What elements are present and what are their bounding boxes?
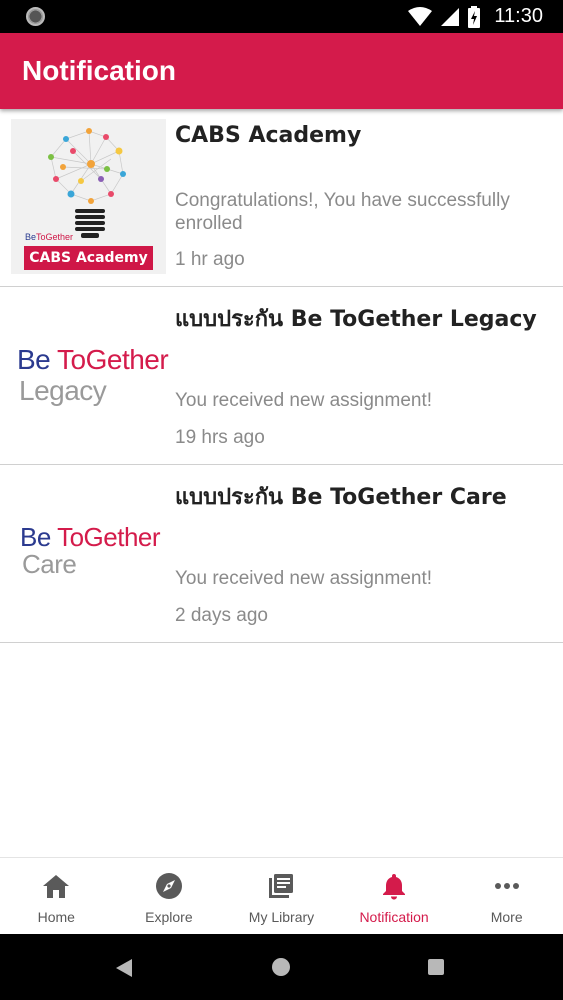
nav-label: Home (37, 909, 75, 925)
lightbulb-network-icon (48, 128, 126, 238)
cabs-academy-badge: CABS Academy (24, 246, 153, 270)
notification-dot-icon (26, 7, 45, 26)
nav-home[interactable]: Home (0, 858, 113, 934)
notification-title: CABS Academy (175, 123, 362, 148)
page-title: Notification (22, 55, 176, 86)
compass-icon (155, 871, 183, 901)
notification-list: BeToGether CABS Academy CABS Academy Con… (0, 109, 563, 643)
wifi-icon (408, 6, 433, 26)
recents-square-icon[interactable] (428, 959, 444, 975)
logo-line-brand: Be ToGether (17, 344, 169, 375)
notification-time: 19 hrs ago (175, 427, 265, 448)
status-indicators: 11:30 (408, 0, 543, 33)
app-bar: Notification (0, 33, 563, 109)
system-navigation-bar (0, 934, 563, 1000)
nav-more[interactable]: More (450, 858, 563, 934)
betogether-legacy-logo: Be ToGether Legacy (11, 297, 169, 452)
home-circle-icon[interactable] (272, 958, 290, 976)
notification-item[interactable]: Be ToGether Care แบบประกัน Be ToGether C… (0, 465, 563, 643)
nav-explore[interactable]: Explore (113, 858, 226, 934)
notification-time: 2 days ago (175, 605, 268, 626)
nav-label: Explore (145, 909, 193, 925)
home-icon (42, 871, 70, 901)
cabs-academy-thumbnail: BeToGether CABS Academy (11, 119, 166, 274)
nav-label: Notification (359, 909, 429, 925)
nav-notification[interactable]: Notification (338, 858, 451, 934)
betogether-mini-logo: BeToGether (25, 232, 74, 242)
status-bar: 11:30 (0, 0, 563, 33)
notification-time: 1 hr ago (175, 249, 245, 270)
betogether-care-logo: Be ToGether Care (11, 475, 166, 630)
back-icon[interactable] (115, 958, 133, 978)
more-icon (494, 871, 520, 901)
library-icon (267, 871, 295, 901)
notification-title: แบบประกัน Be ToGether Legacy (175, 307, 537, 332)
logo-line-product: Care (22, 549, 77, 579)
notification-item[interactable]: Be ToGether Legacy แบบประกัน Be ToGether… (0, 287, 563, 465)
logo-line-product: Legacy (19, 375, 107, 406)
battery-icon (468, 5, 481, 28)
nav-label: More (490, 909, 523, 925)
notification-message: Congratulations!, You have successfully … (175, 190, 510, 234)
nav-my-library[interactable]: My Library (225, 858, 338, 934)
bottom-navigation: Home Explore My Library Notification Mor… (0, 857, 563, 934)
status-time: 11:30 (494, 5, 543, 27)
signal-icon (441, 7, 460, 26)
nav-label: My Library (248, 909, 315, 925)
bell-icon (381, 871, 407, 901)
notification-message: You received new assignment! (175, 568, 433, 589)
notification-title: แบบประกัน Be ToGether Care (175, 485, 507, 510)
notification-item[interactable]: BeToGether CABS Academy CABS Academy Con… (0, 109, 563, 287)
notification-message: You received new assignment! (175, 390, 433, 411)
